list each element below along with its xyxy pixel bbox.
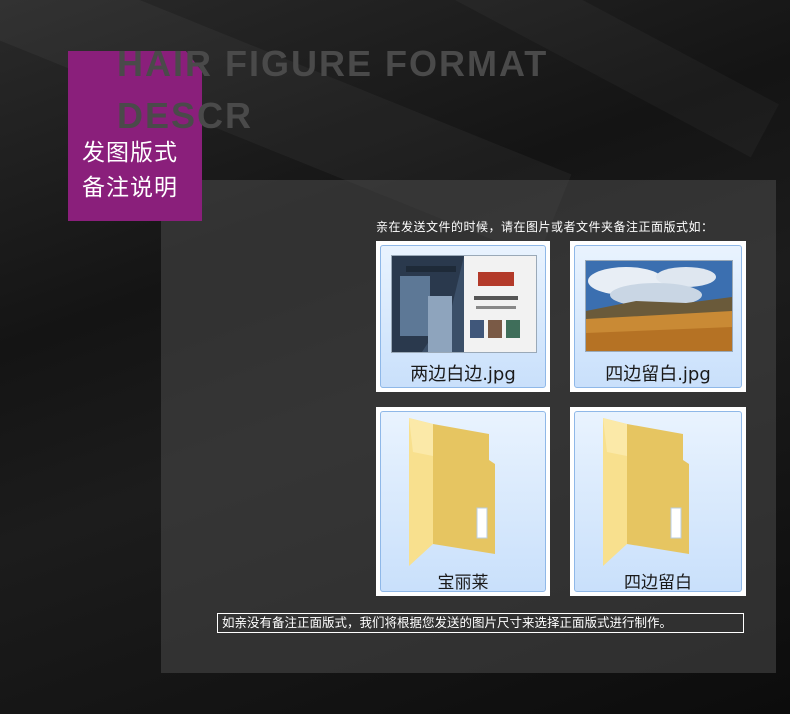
file-item-two-side-white[interactable]: 两边白边.jpg — [376, 241, 550, 392]
photo-thumbnail-landscape-icon — [585, 260, 733, 352]
folder-icon — [603, 418, 689, 566]
english-title: HAIR FIGURE FORMAT DESCR — [117, 43, 549, 136]
folder-name-label: 四边留白 — [624, 573, 692, 593]
folder-icon — [409, 418, 495, 566]
note-text: 如亲没有备注正面版式，我们将根据您发送的图片尺寸来选择正面版式进行制作。 — [217, 613, 744, 633]
selection-highlight: 四边留白.jpg — [574, 245, 742, 388]
badge-title: 发图版式 备注说明 — [82, 136, 178, 206]
badge-title-line-2: 备注说明 — [82, 175, 178, 201]
folder-item-polaroid[interactable]: 宝丽莱 — [376, 407, 550, 596]
folder-name-label: 宝丽莱 — [437, 573, 489, 593]
photo-thumbnail-collage-icon — [391, 255, 537, 353]
file-item-four-side-white[interactable]: 四边留白.jpg — [570, 241, 746, 392]
instruction-text: 亲在发送文件的时候，请在图片或者文件夹备注正面版式如： — [376, 220, 714, 234]
file-name-label: 两边白边.jpg — [410, 364, 516, 385]
file-name-label: 四边留白.jpg — [605, 364, 711, 385]
selection-highlight: 两边白边.jpg — [380, 245, 546, 388]
selection-highlight: 四边留白 — [574, 411, 742, 593]
selection-highlight: 宝丽莱 — [380, 411, 546, 593]
folder-item-four-side-white[interactable]: 四边留白 — [570, 407, 746, 596]
badge-title-line-1: 发图版式 — [82, 140, 178, 166]
